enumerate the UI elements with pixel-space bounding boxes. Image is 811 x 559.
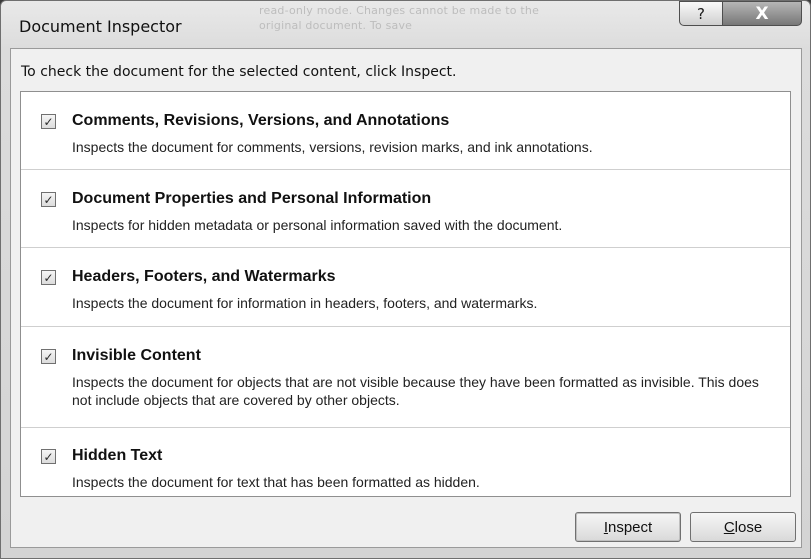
option-description: Inspects the document for information in… xyxy=(72,295,538,311)
headers-footers-checkbox[interactable]: ✓ xyxy=(41,270,56,285)
option-hidden-text: ✓ Hidden Text Inspects the document for … xyxy=(21,428,790,498)
option-invisible-content: ✓ Invisible Content Inspects the documen… xyxy=(21,327,790,428)
option-description: Inspects the document for comments, vers… xyxy=(72,139,593,155)
close-button[interactable]: Close xyxy=(690,512,796,542)
close-mnemonic: C xyxy=(723,518,735,536)
checkmark-icon: ✓ xyxy=(43,270,54,285)
checkmark-icon: ✓ xyxy=(43,349,54,364)
option-document-properties: ✓ Document Properties and Personal Infor… xyxy=(21,170,790,248)
close-icon: X xyxy=(755,3,769,24)
close-label: lose xyxy=(734,518,763,536)
comments-revisions-checkbox[interactable]: ✓ xyxy=(41,114,56,129)
option-title: Comments, Revisions, Versions, and Annot… xyxy=(72,112,450,129)
inspection-options-list: ✓ Comments, Revisions, Versions, and Ann… xyxy=(20,91,791,497)
instruction-text: To check the document for the selected c… xyxy=(21,64,457,80)
document-inspector-dialog: read-only mode. Changes cannot be made t… xyxy=(0,0,811,559)
inspect-label: nspect xyxy=(607,518,653,536)
hidden-text-checkbox[interactable]: ✓ xyxy=(41,449,56,464)
close-window-button[interactable]: X xyxy=(723,1,802,26)
option-description: Inspects the document for objects that a… xyxy=(72,374,759,408)
document-properties-checkbox[interactable]: ✓ xyxy=(41,192,56,207)
inspect-button[interactable]: Inspect xyxy=(575,512,681,542)
checkmark-icon: ✓ xyxy=(43,192,54,207)
background-window-text: read-only mode. Changes cannot be made t… xyxy=(259,4,540,32)
help-icon: ? xyxy=(697,4,705,23)
option-headers-footers: ✓ Headers, Footers, and Watermarks Inspe… xyxy=(21,248,790,327)
checkmark-icon: ✓ xyxy=(43,449,54,464)
option-comments-revisions: ✓ Comments, Revisions, Versions, and Ann… xyxy=(21,92,790,170)
title-bar-buttons: ? X xyxy=(679,1,802,27)
dialog-title: Document Inspector xyxy=(19,17,182,36)
dialog-body: To check the document for the selected c… xyxy=(10,48,802,548)
invisible-content-checkbox[interactable]: ✓ xyxy=(41,349,56,364)
option-description: Inspects the document for text that has … xyxy=(72,474,480,490)
help-button[interactable]: ? xyxy=(679,1,723,26)
option-title: Document Properties and Personal Informa… xyxy=(72,190,432,207)
option-title: Invisible Content xyxy=(72,347,201,364)
checkmark-icon: ✓ xyxy=(43,114,54,129)
title-bar[interactable]: read-only mode. Changes cannot be made t… xyxy=(1,1,810,47)
option-description: Inspects for hidden metadata or personal… xyxy=(72,217,563,233)
option-title: Hidden Text xyxy=(72,447,163,464)
option-title: Headers, Footers, and Watermarks xyxy=(72,268,336,285)
